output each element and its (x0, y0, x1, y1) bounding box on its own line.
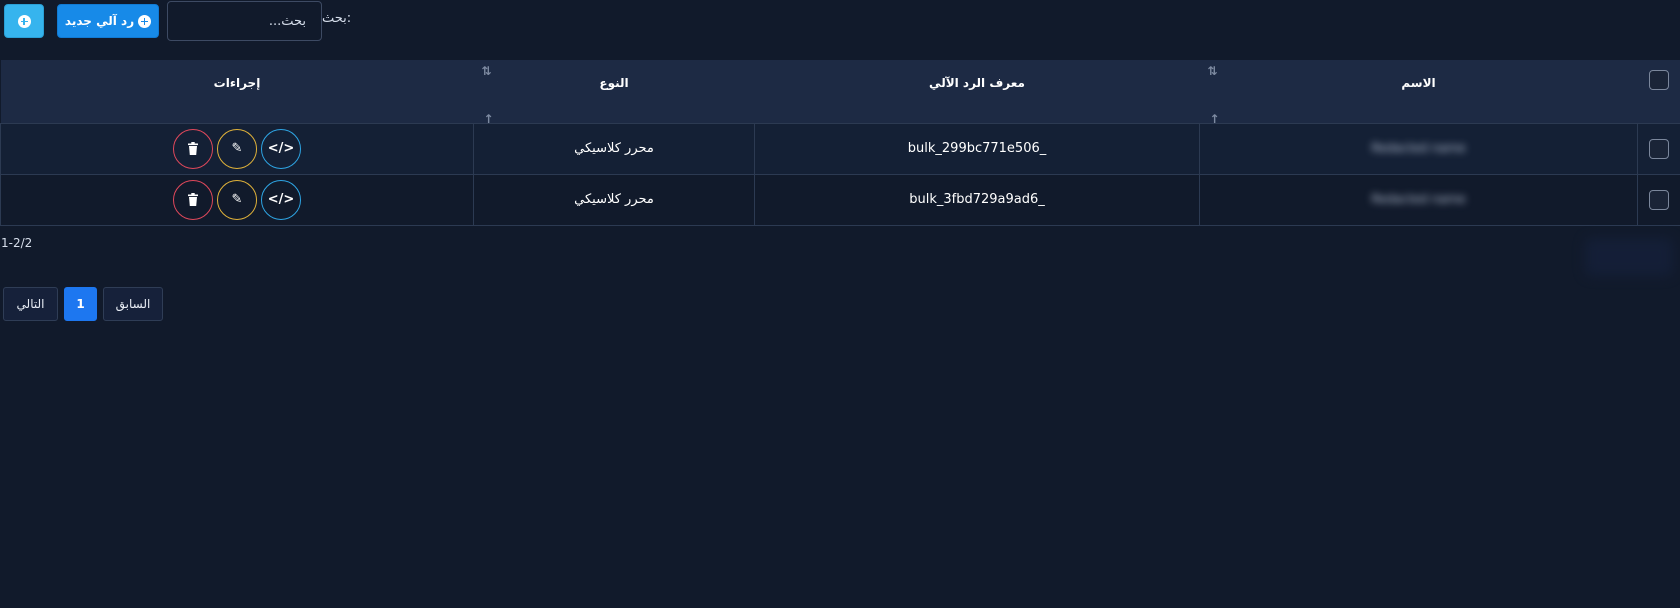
table-row: Redacted name _bulk_299bc771e506 محرر كل… (0, 122, 1680, 175)
code-button[interactable]: </> (261, 128, 301, 169)
row-checkbox[interactable] (1649, 189, 1669, 210)
sort-up-arrow-icon: ↑ (1209, 112, 1220, 126)
delete-button[interactable] (173, 128, 213, 169)
row-select-cell (1637, 122, 1680, 175)
edit-button[interactable]: ✎ (217, 128, 257, 169)
table-row: Redacted name _bulk_3fbd729a9ad6 محرر كل… (0, 173, 1680, 226)
row-actions: </> ✎ (2, 179, 472, 220)
row-checkbox[interactable] (1649, 138, 1669, 159)
name-cell: Redacted name (1199, 122, 1638, 175)
trash-icon (188, 142, 198, 155)
trash-icon (188, 193, 198, 206)
next-page-button[interactable]: التالي (3, 287, 58, 321)
select-all-cell (1638, 60, 1680, 123)
type-cell: محرر كلاسيكي (473, 122, 755, 175)
blurred-widget (1585, 238, 1673, 276)
select-all-checkbox[interactable] (1649, 70, 1669, 90)
actions-cell: </> ✎ (0, 173, 474, 226)
type-cell: محرر كلاسيكي (473, 173, 755, 226)
sort-arrows-icon[interactable]: ⇅ (1208, 64, 1218, 78)
code-button[interactable]: </> (261, 179, 301, 220)
new-auto-reply-button[interactable]: رد آلي جديد (57, 4, 159, 38)
sort-up-arrow-icon: ↑ (483, 112, 494, 126)
column-header-name[interactable]: الاسم ⇅ ↑ (1200, 60, 1638, 126)
plus-circle-icon (138, 14, 152, 28)
name-cell: Redacted name (1199, 173, 1638, 226)
code-icon: </> (267, 141, 295, 156)
current-page-button[interactable]: 1 (64, 287, 97, 321)
edit-icon: ✎ (231, 141, 243, 156)
add-button[interactable] (4, 4, 44, 38)
column-header-type[interactable]: النوع ⇅ ↑ (474, 60, 755, 126)
search-input[interactable] (167, 1, 322, 41)
column-header-actions: إجراءات (1, 60, 474, 123)
id-cell: _bulk_3fbd729a9ad6 (754, 173, 1200, 226)
row-select-cell (1637, 173, 1680, 226)
column-header-id-label: معرف الرد الآلي (929, 76, 1025, 90)
pagination: التالي 1 السابق (3, 287, 163, 321)
sort-arrows-icon[interactable]: ⇅ (482, 64, 492, 78)
column-header-name-label: الاسم (1401, 76, 1436, 90)
delete-button[interactable] (173, 179, 213, 220)
edit-button[interactable]: ✎ (217, 179, 257, 220)
plus-circle-icon (17, 14, 31, 28)
table-header-row: الاسم ⇅ ↑ معرف الرد الآلي النوع ⇅ ↑ إجرا… (0, 60, 1680, 126)
actions-cell: </> ✎ (0, 122, 474, 175)
blurred-name: Redacted name (1371, 141, 1466, 155)
row-actions: </> ✎ (2, 128, 472, 169)
search-label: بحث: (322, 11, 352, 26)
toolbar: رد آلي جديد بحث: (0, 0, 1680, 44)
previous-page-button[interactable]: السابق (103, 287, 163, 321)
column-header-actions-label: إجراءات (213, 76, 261, 90)
column-header-id: معرف الرد الآلي (755, 60, 1200, 123)
id-cell: _bulk_299bc771e506 (754, 122, 1200, 175)
code-icon: </> (267, 192, 295, 207)
blurred-name: Redacted name (1371, 192, 1466, 206)
edit-icon: ✎ (231, 192, 243, 207)
new-auto-reply-label: رد آلي جديد (64, 14, 135, 28)
auto-replies-table: الاسم ⇅ ↑ معرف الرد الآلي النوع ⇅ ↑ إجرا… (0, 60, 1680, 226)
column-header-type-label: النوع (599, 76, 629, 90)
records-count: 1-2/2 (1, 236, 33, 250)
